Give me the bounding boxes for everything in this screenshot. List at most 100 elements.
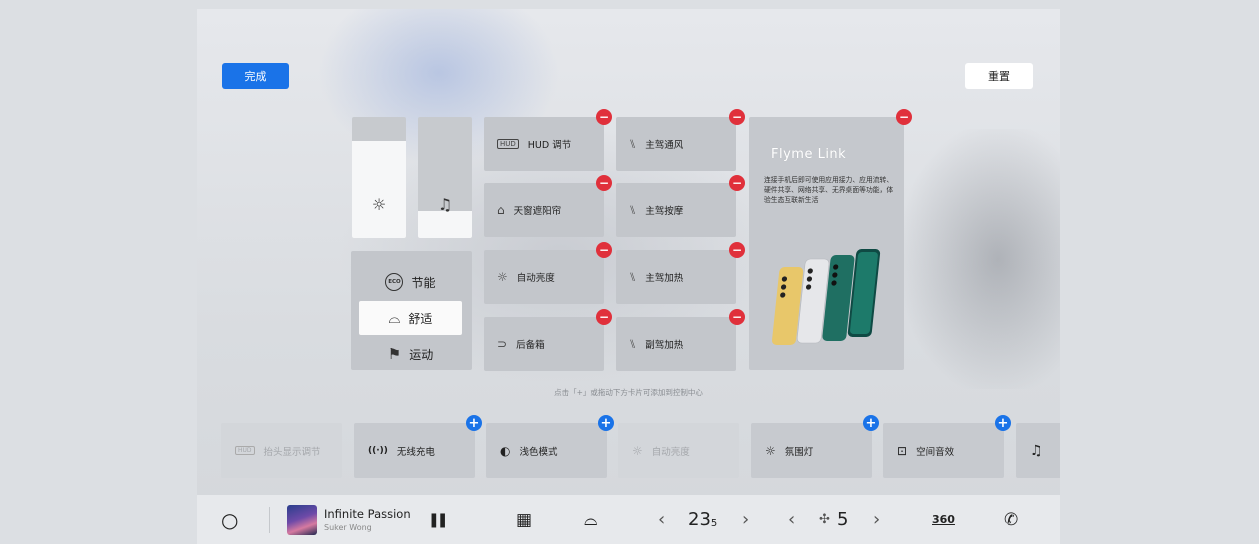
tile-sunroof-shade[interactable]: ⌂ 天窗遮阳帘 — [484, 183, 604, 237]
hud-icon: HUD — [235, 446, 255, 455]
fan-level: 5 — [837, 509, 849, 530]
drive-mode-panel: ECO 节能 ⌓ 舒适 ⚑ 运动 — [351, 251, 472, 370]
passenger-seat-heating-icon: ⑊ — [629, 337, 637, 351]
temperature-value: 23 — [688, 509, 711, 530]
seat-heating-icon: ⑊ — [629, 270, 637, 284]
volume-slider-fill — [418, 211, 472, 238]
card-label: 氛围灯 — [784, 446, 814, 458]
card-light-mode[interactable]: ◐ 浅色模式 — [486, 423, 607, 478]
camera-360-icon[interactable]: 360 — [932, 495, 955, 544]
drive-mode-sport[interactable]: ⚑ 运动 — [359, 337, 462, 371]
tile-trunk[interactable]: ⊃ 后备箱 — [484, 317, 604, 371]
hud-icon: HUD — [497, 139, 519, 149]
tile-driver-ventilation[interactable]: ⑊ 主驾通风 — [616, 117, 736, 171]
apps-grid-icon[interactable]: ▦ — [516, 495, 532, 544]
temperature-increase-icon[interactable]: › — [742, 495, 749, 544]
tile-label: 主驾按摩 — [645, 206, 684, 217]
phone-icon[interactable]: ✆ — [1004, 495, 1018, 544]
car-icon[interactable]: ⌓ — [584, 495, 597, 544]
ambient-light-icon: ☼ — [765, 443, 776, 458]
music-note-icon: ♫ — [437, 195, 453, 214]
tile-label: 主驾通风 — [645, 140, 684, 151]
remove-hud-icon[interactable]: − — [596, 109, 612, 125]
drive-mode-label: 节能 — [411, 275, 436, 290]
sunroof-shade-icon: ⌂ — [497, 203, 505, 217]
drive-mode-label: 运动 — [409, 347, 434, 362]
remove-auto-brightness-icon[interactable]: − — [596, 242, 612, 258]
card-spatial-audio[interactable]: ⊡ 空间音效 — [883, 423, 1004, 478]
auto-brightness-icon: ☼ — [632, 443, 643, 458]
fan-increase-icon[interactable]: › — [873, 495, 880, 544]
background-shade — [902, 129, 1060, 389]
auto-brightness-icon: ☼ — [497, 270, 508, 284]
tile-label: HUD 调节 — [527, 140, 572, 151]
reset-button[interactable]: 重置 — [965, 63, 1033, 89]
add-spatial-audio-icon[interactable]: + — [995, 415, 1011, 431]
card-music[interactable]: ♫ — [1016, 423, 1060, 478]
spatial-audio-icon: ⊡ — [897, 443, 908, 458]
pause-icon[interactable]: ❚❚ — [428, 495, 449, 544]
card-auto-brightness[interactable]: ☼ 自动亮度 — [618, 423, 739, 478]
bottom-dock: ○ Infinite Passion Suker Wong ❚❚ ▦ ⌓ ‹ 2… — [197, 495, 1060, 544]
card-label: 空间音效 — [916, 446, 955, 458]
music-note-icon: ♫ — [1030, 442, 1043, 459]
trunk-icon: ⊃ — [497, 337, 508, 351]
card-hud-adjust[interactable]: HUD 抬头显示调节 — [221, 423, 342, 478]
card-wireless-charging[interactable]: ((·)) 无线充电 — [354, 423, 475, 478]
tile-passenger-heating[interactable]: ⑊ 副驾加热 — [616, 317, 736, 371]
fan-decrease-icon[interactable]: ‹ — [788, 495, 795, 544]
tile-hud[interactable]: HUD HUD 调节 — [484, 117, 604, 171]
tile-label: 天窗遮阳帘 — [513, 206, 562, 217]
tile-label: 主驾加热 — [645, 273, 684, 284]
temperature-decimal: 5 — [710, 517, 718, 529]
tile-driver-massage[interactable]: ⑊ 主驾按摩 — [616, 183, 736, 237]
add-ambient-light-icon[interactable]: + — [863, 415, 879, 431]
seat-massage-icon: ⑊ — [629, 203, 637, 217]
tile-label: 后备箱 — [516, 340, 545, 351]
artist-name: Suker Wong — [324, 523, 372, 532]
temperature-display: 23 5 — [688, 495, 717, 544]
tile-label: 自动亮度 — [516, 273, 555, 284]
drive-mode-label: 舒适 — [408, 311, 433, 326]
home-icon[interactable]: ○ — [221, 495, 238, 544]
card-ambient-light[interactable]: ☼ 氛围灯 — [751, 423, 872, 478]
drive-mode-eco[interactable]: ECO 节能 — [359, 265, 462, 299]
flyme-link-title: Flyme Link — [771, 147, 847, 162]
light-mode-icon: ◐ — [500, 443, 511, 458]
control-center-editor: 完成 重置 ☼ ♫ ECO 节能 ⌓ 舒适 ⚑ 运动 HUD HUD 调节 ⑊ … — [197, 9, 1060, 544]
drive-mode-comfort[interactable]: ⌓ 舒适 — [359, 301, 462, 335]
volume-slider[interactable]: ♫ — [418, 117, 472, 238]
temperature-decrease-icon[interactable]: ‹ — [658, 495, 665, 544]
remove-trunk-icon[interactable]: − — [596, 309, 612, 325]
eco-icon: ECO — [385, 273, 404, 291]
brightness-slider[interactable]: ☼ — [352, 117, 406, 238]
remove-sunroof-shade-icon[interactable]: − — [596, 175, 612, 191]
tile-driver-heating[interactable]: ⑊ 主驾加热 — [616, 250, 736, 304]
now-playing[interactable]: Infinite Passion Suker Wong — [324, 495, 411, 544]
remove-driver-massage-icon[interactable]: − — [729, 175, 745, 191]
flyme-link-card[interactable]: Flyme Link 连接手机后即可使用应用接力、应用流转、硬件共享、网络共享、… — [749, 117, 904, 370]
comfort-car-icon: ⌓ — [388, 309, 401, 327]
tile-label: 副驾加热 — [645, 340, 684, 351]
brightness-slider-fill — [352, 141, 406, 238]
add-wireless-charging-icon[interactable]: + — [466, 415, 482, 431]
remove-driver-heating-icon[interactable]: − — [729, 242, 745, 258]
song-title: Infinite Passion — [324, 507, 411, 521]
card-label: 抬头显示调节 — [263, 446, 321, 458]
card-label: 自动亮度 — [651, 446, 690, 458]
add-hint-text: 点击「+」或拖动下方卡片可添加到控制中心 — [554, 388, 703, 397]
album-art[interactable] — [287, 495, 317, 544]
seat-ventilation-icon: ⑊ — [629, 137, 637, 151]
fan-icon: ✣ — [819, 512, 830, 527]
sport-flag-icon: ⚑ — [387, 345, 402, 363]
remove-flyme-link-icon[interactable]: − — [896, 109, 912, 125]
remove-driver-ventilation-icon[interactable]: − — [729, 109, 745, 125]
phones-image — [771, 249, 881, 345]
remove-passenger-heating-icon[interactable]: − — [729, 309, 745, 325]
done-button[interactable]: 完成 — [222, 63, 289, 89]
tile-auto-brightness[interactable]: ☼ 自动亮度 — [484, 250, 604, 304]
wireless-charging-icon: ((·)) — [368, 445, 388, 456]
card-label: 浅色模式 — [519, 446, 558, 458]
card-label: 无线充电 — [396, 446, 435, 458]
add-light-mode-icon[interactable]: + — [598, 415, 614, 431]
